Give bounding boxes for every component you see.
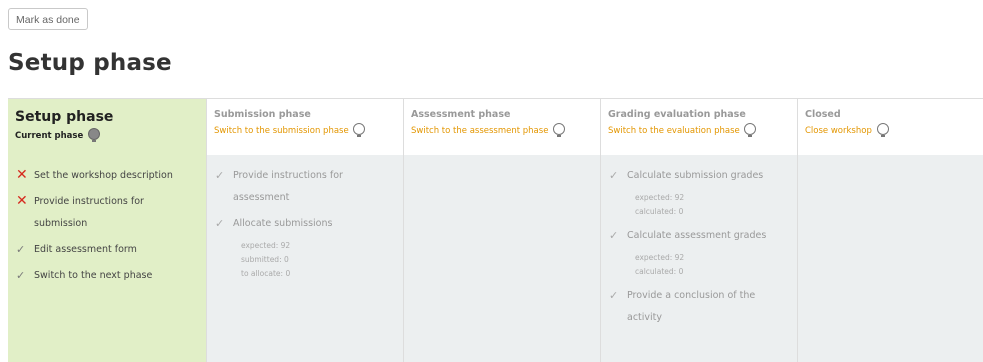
phase-table: Setup phase Current phase ✕ Set the work… bbox=[8, 98, 983, 362]
check-icon: ✓ bbox=[215, 217, 225, 230]
phase-assessment: Assessment phase Switch to the assessmen… bbox=[403, 99, 600, 362]
phase-submission-tasks: ✓ Provide instructions for assessment ✓ … bbox=[207, 155, 403, 362]
switch-phase-text[interactable]: Switch to the submission phase bbox=[214, 126, 349, 136]
task-item: ✓ Calculate submission grades bbox=[609, 165, 797, 187]
task-details: expected: 92 calculated: 0 bbox=[635, 251, 797, 279]
lightbulb-icon[interactable] bbox=[744, 123, 757, 137]
switch-phase-text[interactable]: Switch to the evaluation phase bbox=[608, 126, 740, 136]
task-label[interactable]: Switch to the next phase bbox=[34, 265, 184, 287]
task-label: Provide a conclusion of the activity bbox=[627, 290, 756, 323]
mark-as-done-button[interactable]: Mark as done bbox=[8, 8, 88, 30]
phase-assessment-tasks bbox=[404, 155, 600, 362]
task-details: expected: 92 submitted: 0 to allocate: 0 bbox=[241, 239, 403, 281]
task-item: ✓ Calculate assessment grades bbox=[609, 225, 797, 247]
check-icon: ✓ bbox=[609, 289, 619, 302]
lightbulb-icon[interactable] bbox=[876, 123, 889, 137]
switch-phase-link[interactable]: Close workshop bbox=[805, 123, 983, 137]
phase-closed: Closed Close workshop bbox=[797, 99, 983, 362]
phase-submission-header: Submission phase Switch to the submissio… bbox=[207, 99, 403, 155]
detail-expected: expected: 92 bbox=[635, 253, 685, 262]
lightbulb-icon[interactable] bbox=[353, 123, 366, 137]
phase-grading-tasks: ✓ Calculate submission grades expected: … bbox=[601, 155, 797, 362]
detail-submitted: submitted: 0 bbox=[241, 255, 289, 264]
lightbulb-icon[interactable] bbox=[553, 123, 566, 137]
detail-calculated: calculated: 0 bbox=[635, 207, 684, 216]
task-item: ✓ Provide instructions for assessment bbox=[215, 165, 403, 209]
task-label[interactable]: Set the workshop description bbox=[34, 165, 184, 187]
detail-calculated: calculated: 0 bbox=[635, 267, 684, 276]
page-title: Setup phase bbox=[8, 50, 172, 76]
detail-expected: expected: 92 bbox=[241, 241, 291, 250]
check-icon: ✓ bbox=[609, 169, 619, 182]
task-item: ✓ Provide a conclusion of the activity bbox=[609, 285, 797, 329]
current-phase-text: Current phase bbox=[15, 131, 84, 141]
task-label: Allocate submissions bbox=[233, 218, 333, 229]
phase-closed-title: Closed bbox=[805, 109, 841, 120]
workshop-planner: Mark as done Setup phase Setup phase Cur… bbox=[0, 0, 983, 362]
phase-setup: Setup phase Current phase ✕ Set the work… bbox=[8, 99, 206, 362]
cross-icon: ✕ bbox=[16, 167, 28, 183]
phase-grading-title: Grading evaluation phase bbox=[608, 109, 746, 120]
task-item: ✕ Provide instructions for submission bbox=[16, 191, 206, 235]
phase-grading: Grading evaluation phase Switch to the e… bbox=[600, 99, 797, 362]
switch-phase-link[interactable]: Switch to the evaluation phase bbox=[608, 123, 797, 137]
task-label: Calculate assessment grades bbox=[627, 230, 767, 241]
task-label: Provide instructions for assessment bbox=[233, 170, 343, 203]
detail-to-allocate: to allocate: 0 bbox=[241, 269, 291, 278]
phase-setup-header: Setup phase Current phase bbox=[8, 99, 206, 155]
check-icon: ✓ bbox=[16, 243, 26, 256]
task-label: Calculate submission grades bbox=[627, 170, 764, 181]
phase-setup-title: Setup phase bbox=[15, 109, 114, 125]
phase-submission-title: Submission phase bbox=[214, 109, 311, 120]
switch-phase-link[interactable]: Switch to the submission phase bbox=[214, 123, 403, 137]
check-icon: ✓ bbox=[16, 269, 26, 282]
task-item: ✓ Allocate submissions bbox=[215, 213, 403, 235]
switch-phase-text[interactable]: Switch to the assessment phase bbox=[411, 126, 548, 136]
phase-grading-header: Grading evaluation phase Switch to the e… bbox=[601, 99, 797, 155]
phase-closed-tasks bbox=[798, 155, 983, 362]
phase-assessment-title: Assessment phase bbox=[411, 109, 511, 120]
task-label[interactable]: Edit assessment form bbox=[34, 239, 184, 261]
phase-closed-header: Closed Close workshop bbox=[798, 99, 983, 155]
switch-phase-text[interactable]: Close workshop bbox=[805, 126, 872, 136]
check-icon: ✓ bbox=[609, 229, 619, 242]
current-phase-label: Current phase bbox=[15, 128, 206, 142]
check-icon: ✓ bbox=[215, 169, 225, 182]
lightbulb-icon bbox=[88, 128, 101, 142]
task-item: ✓ Edit assessment form bbox=[16, 239, 206, 261]
task-details: expected: 92 calculated: 0 bbox=[635, 191, 797, 219]
detail-expected: expected: 92 bbox=[635, 193, 685, 202]
phase-submission: Submission phase Switch to the submissio… bbox=[206, 99, 403, 362]
phase-setup-tasks: ✕ Set the workshop description ✕ Provide… bbox=[8, 155, 206, 362]
switch-phase-link[interactable]: Switch to the assessment phase bbox=[411, 123, 600, 137]
task-item: ✕ Set the workshop description bbox=[16, 165, 206, 187]
task-item: ✓ Switch to the next phase bbox=[16, 265, 206, 287]
phase-assessment-header: Assessment phase Switch to the assessmen… bbox=[404, 99, 600, 155]
task-label[interactable]: Provide instructions for submission bbox=[34, 191, 184, 235]
cross-icon: ✕ bbox=[16, 193, 28, 209]
